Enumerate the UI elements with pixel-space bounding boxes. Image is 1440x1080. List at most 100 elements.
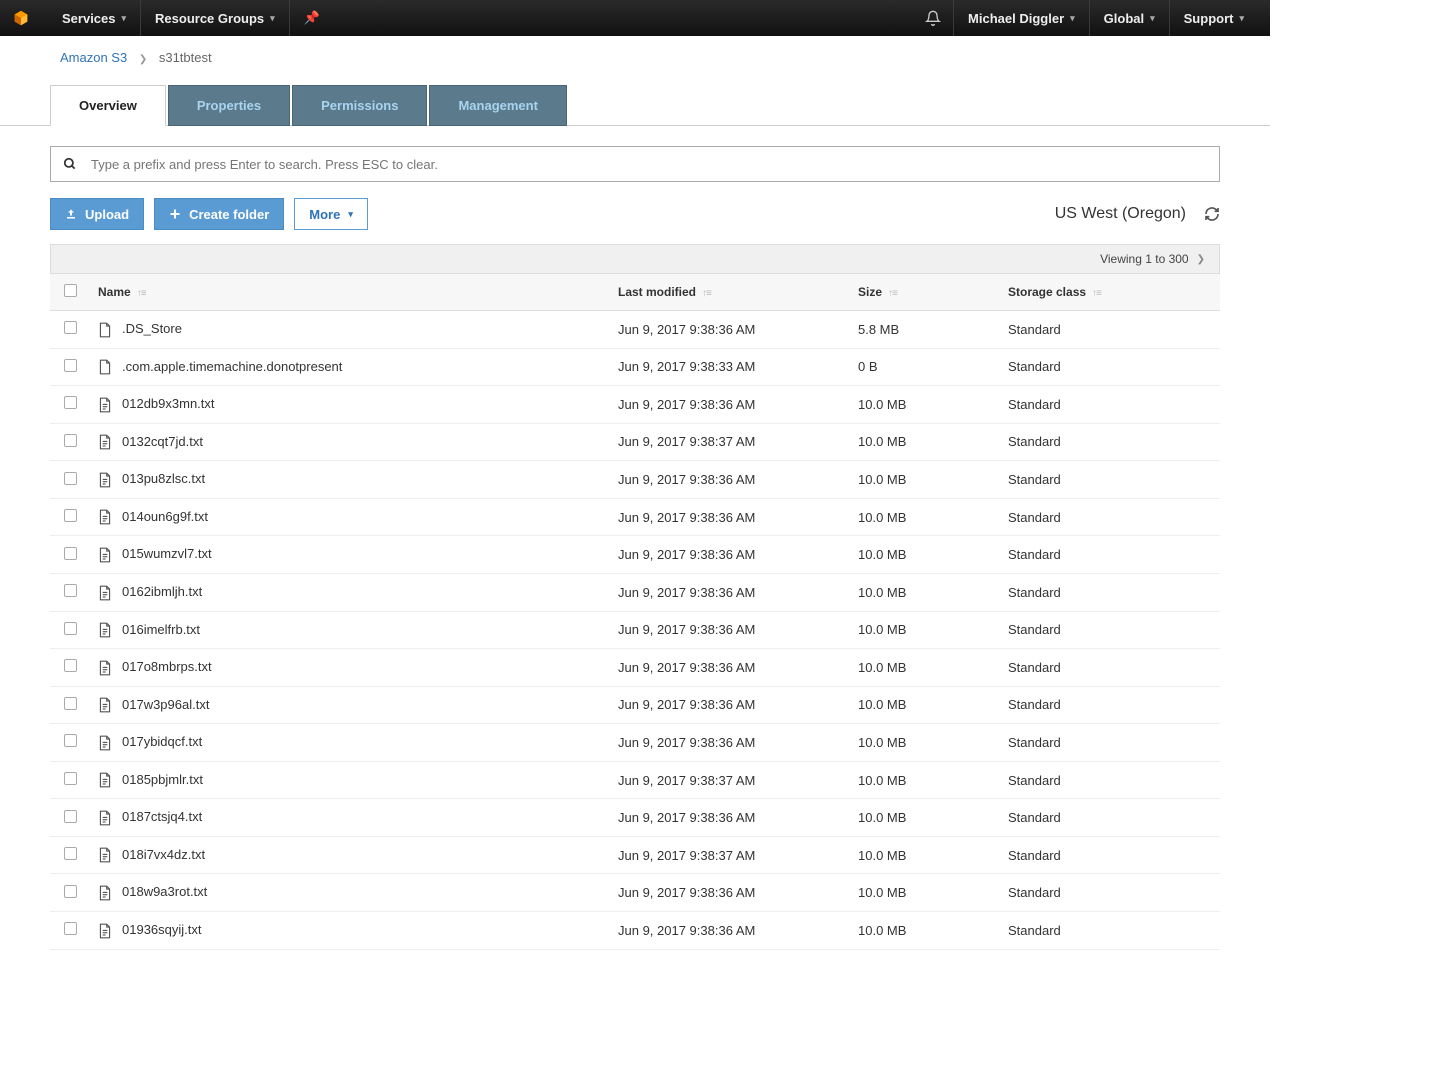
object-name[interactable]: 0132cqt7jd.txt bbox=[122, 434, 203, 449]
table-row[interactable]: 017ybidqcf.txtJun 9, 2017 9:38:36 AM10.0… bbox=[50, 724, 1220, 762]
nav-support[interactable]: Support▾ bbox=[1169, 0, 1258, 36]
row-checkbox[interactable] bbox=[64, 810, 77, 823]
tab-overview[interactable]: Overview bbox=[50, 85, 166, 126]
row-checkbox[interactable] bbox=[64, 321, 77, 334]
chevron-right-icon[interactable]: ❯ bbox=[1197, 254, 1205, 265]
table-row[interactable]: 015wumzvl7.txtJun 9, 2017 9:38:36 AM10.0… bbox=[50, 536, 1220, 574]
search-input[interactable] bbox=[91, 157, 1207, 172]
row-checkbox[interactable] bbox=[64, 885, 77, 898]
cell-modified: Jun 9, 2017 9:38:36 AM bbox=[610, 686, 850, 724]
object-name[interactable]: 016imelfrb.txt bbox=[122, 622, 200, 637]
table-row[interactable]: 0132cqt7jd.txtJun 9, 2017 9:38:37 AM10.0… bbox=[50, 423, 1220, 461]
table-row[interactable]: 016imelfrb.txtJun 9, 2017 9:38:36 AM10.0… bbox=[50, 611, 1220, 649]
object-name[interactable]: 017o8mbrps.txt bbox=[122, 659, 212, 674]
document-icon bbox=[98, 622, 112, 638]
col-name[interactable]: Name↑≡ bbox=[90, 274, 610, 311]
cell-size: 10.0 MB bbox=[850, 836, 1000, 874]
object-name[interactable]: 017ybidqcf.txt bbox=[122, 734, 202, 749]
object-name[interactable]: 012db9x3mn.txt bbox=[122, 396, 215, 411]
row-checkbox[interactable] bbox=[64, 472, 77, 485]
cell-storage: Standard bbox=[1000, 912, 1220, 950]
col-modified[interactable]: Last modified↑≡ bbox=[610, 274, 850, 311]
object-name[interactable]: 018w9a3rot.txt bbox=[122, 884, 207, 899]
object-name[interactable]: .DS_Store bbox=[122, 321, 182, 336]
upload-button[interactable]: Upload bbox=[50, 198, 144, 230]
cell-modified: Jun 9, 2017 9:38:36 AM bbox=[610, 461, 850, 499]
nav-region[interactable]: Global▾ bbox=[1089, 0, 1169, 36]
refresh-button[interactable] bbox=[1204, 206, 1220, 222]
chevron-down-icon: ▾ bbox=[270, 13, 275, 24]
object-name[interactable]: 01936sqyij.txt bbox=[122, 922, 202, 937]
cell-modified: Jun 9, 2017 9:38:36 AM bbox=[610, 573, 850, 611]
table-row[interactable]: 017o8mbrps.txtJun 9, 2017 9:38:36 AM10.0… bbox=[50, 649, 1220, 687]
table-row[interactable]: 0162ibmljh.txtJun 9, 2017 9:38:36 AM10.0… bbox=[50, 573, 1220, 611]
aws-logo-icon[interactable] bbox=[12, 9, 30, 27]
nav-pin[interactable]: 📌 bbox=[289, 0, 334, 36]
chevron-down-icon: ▾ bbox=[1070, 13, 1075, 24]
object-name[interactable]: .com.apple.timemachine.donotpresent bbox=[122, 359, 342, 374]
row-checkbox[interactable] bbox=[64, 396, 77, 409]
chevron-down-icon: ▾ bbox=[1150, 13, 1155, 24]
object-name[interactable]: 013pu8zlsc.txt bbox=[122, 471, 205, 486]
col-size[interactable]: Size↑≡ bbox=[850, 274, 1000, 311]
cell-modified: Jun 9, 2017 9:38:37 AM bbox=[610, 423, 850, 461]
table-row[interactable]: 014oun6g9f.txtJun 9, 2017 9:38:36 AM10.0… bbox=[50, 498, 1220, 536]
create-folder-button[interactable]: Create folder bbox=[154, 198, 284, 230]
table-row[interactable]: 013pu8zlsc.txt Jun 9, 2017 9:38:36 AM10.0… bbox=[50, 461, 1220, 499]
nav-services[interactable]: Services▾ bbox=[48, 0, 140, 36]
row-checkbox[interactable] bbox=[64, 359, 77, 372]
cell-size: 0 B bbox=[850, 348, 1000, 386]
table-row[interactable]: 0185pbjmlr.txtJun 9, 2017 9:38:37 AM10.0… bbox=[50, 761, 1220, 799]
more-button[interactable]: More ▾ bbox=[294, 198, 368, 230]
document-icon bbox=[98, 509, 112, 525]
sort-icon: ↑≡ bbox=[137, 288, 146, 299]
row-checkbox[interactable] bbox=[64, 547, 77, 560]
row-checkbox[interactable] bbox=[64, 434, 77, 447]
cell-size: 10.0 MB bbox=[850, 724, 1000, 762]
cell-storage: Standard bbox=[1000, 799, 1220, 837]
object-name[interactable]: 017w3p96al.txt bbox=[122, 697, 209, 712]
cell-size: 10.0 MB bbox=[850, 461, 1000, 499]
row-checkbox[interactable] bbox=[64, 772, 77, 785]
object-name[interactable]: 014oun6g9f.txt bbox=[122, 509, 208, 524]
table-row[interactable]: 017w3p96al.txtJun 9, 2017 9:38:36 AM10.0… bbox=[50, 686, 1220, 724]
table-row[interactable]: .DS_StoreJun 9, 2017 9:38:36 AM5.8 MBSta… bbox=[50, 311, 1220, 349]
table-row[interactable]: 018i7vx4dz.txtJun 9, 2017 9:38:37 AM10.0… bbox=[50, 836, 1220, 874]
breadcrumb-root[interactable]: Amazon S3 bbox=[60, 50, 127, 65]
object-name[interactable]: 0187ctsjq4.txt bbox=[122, 809, 202, 824]
object-name[interactable]: 015wumzvl7.txt bbox=[122, 546, 212, 561]
row-checkbox[interactable] bbox=[64, 697, 77, 710]
table-row[interactable]: 0187ctsjq4.txtJun 9, 2017 9:38:36 AM10.0… bbox=[50, 799, 1220, 837]
row-checkbox[interactable] bbox=[64, 734, 77, 747]
object-name[interactable]: 018i7vx4dz.txt bbox=[122, 847, 205, 862]
table-row[interactable]: 012db9x3mn.txtJun 9, 2017 9:38:36 AM10.0… bbox=[50, 386, 1220, 424]
row-checkbox[interactable] bbox=[64, 622, 77, 635]
table-row[interactable]: 018w9a3rot.txtJun 9, 2017 9:38:36 AM10.0… bbox=[50, 874, 1220, 912]
tab-management[interactable]: Management bbox=[429, 85, 566, 126]
cell-modified: Jun 9, 2017 9:38:37 AM bbox=[610, 761, 850, 799]
tab-permissions[interactable]: Permissions bbox=[292, 85, 427, 126]
nav-user[interactable]: Michael Diggler▾ bbox=[953, 0, 1089, 36]
row-checkbox[interactable] bbox=[64, 659, 77, 672]
row-checkbox[interactable] bbox=[64, 847, 77, 860]
cell-storage: Standard bbox=[1000, 874, 1220, 912]
chevron-down-icon: ▾ bbox=[348, 209, 353, 220]
object-name[interactable]: 0185pbjmlr.txt bbox=[122, 772, 203, 787]
row-checkbox[interactable] bbox=[64, 584, 77, 597]
select-all-checkbox[interactable] bbox=[64, 284, 77, 297]
document-icon bbox=[98, 772, 112, 788]
col-storage[interactable]: Storage class↑≡ bbox=[1000, 274, 1220, 311]
cell-storage: Standard bbox=[1000, 611, 1220, 649]
notifications-icon[interactable] bbox=[925, 10, 941, 26]
row-checkbox[interactable] bbox=[64, 922, 77, 935]
chevron-right-icon: ❯ bbox=[139, 54, 147, 65]
cell-storage: Standard bbox=[1000, 686, 1220, 724]
tab-properties[interactable]: Properties bbox=[168, 85, 290, 126]
cell-size: 10.0 MB bbox=[850, 649, 1000, 687]
table-row[interactable]: .com.apple.timemachine.donotpresentJun 9… bbox=[50, 348, 1220, 386]
table-row[interactable]: 01936sqyij.txtJun 9, 2017 9:38:36 AM10.0… bbox=[50, 912, 1220, 950]
object-name[interactable]: 0162ibmljh.txt bbox=[122, 584, 202, 599]
row-checkbox[interactable] bbox=[64, 509, 77, 522]
nav-resource-groups[interactable]: Resource Groups▾ bbox=[140, 0, 289, 36]
search-box[interactable] bbox=[50, 146, 1220, 182]
